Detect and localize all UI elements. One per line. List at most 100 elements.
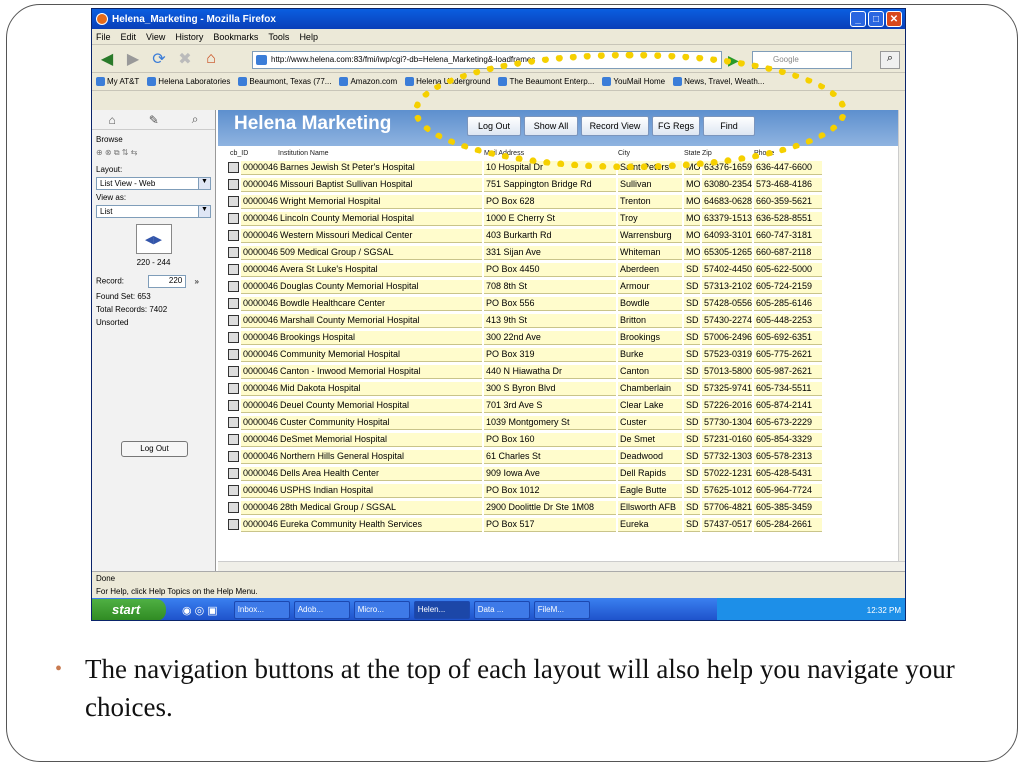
table-cell[interactable]: 64093-3101 bbox=[702, 229, 752, 243]
menu-help[interactable]: Help bbox=[299, 32, 318, 42]
menu-file[interactable]: File bbox=[96, 32, 111, 42]
table-cell[interactable]: Dells Area Health Center bbox=[278, 467, 482, 481]
table-cell[interactable]: SD bbox=[684, 382, 700, 396]
table-row[interactable]: 000004683 Northern Hills General Hospital… bbox=[218, 449, 898, 466]
table-cell[interactable]: 605-874-2141 bbox=[754, 399, 822, 413]
table-cell[interactable]: 440 N Hiawatha Dr bbox=[484, 365, 616, 379]
task-item[interactable]: Data ... bbox=[473, 601, 530, 619]
record-icon[interactable] bbox=[228, 366, 239, 377]
bookmark-item[interactable]: Beaumont, Texas (77... bbox=[238, 77, 331, 86]
table-cell[interactable]: SD bbox=[684, 433, 700, 447]
menu-history[interactable]: History bbox=[175, 32, 203, 42]
table-cell[interactable]: 660-359-5621 bbox=[754, 195, 822, 209]
table-cell[interactable]: 605-734-5511 bbox=[754, 382, 822, 396]
record-icon[interactable] bbox=[228, 298, 239, 309]
table-cell[interactable]: 63379-1513 bbox=[702, 212, 752, 226]
table-cell[interactable]: Troy bbox=[618, 212, 682, 226]
record-icon[interactable] bbox=[228, 519, 239, 530]
bookmark-item[interactable]: Amazon.com bbox=[339, 77, 397, 86]
table-cell[interactable]: PO Box 160 bbox=[484, 433, 616, 447]
record-icon[interactable] bbox=[228, 213, 239, 224]
table-cell[interactable]: Canton bbox=[618, 365, 682, 379]
table-cell[interactable]: 57706-4821 bbox=[702, 501, 752, 515]
table-cell[interactable]: USPHS Indian Hospital bbox=[278, 484, 482, 498]
record-number-input[interactable]: 220 bbox=[148, 275, 187, 288]
table-cell[interactable]: Burke bbox=[618, 348, 682, 362]
menu-tools[interactable]: Tools bbox=[268, 32, 289, 42]
record-icon[interactable] bbox=[228, 332, 239, 343]
table-cell[interactable]: 605-692-6351 bbox=[754, 331, 822, 345]
table-cell[interactable]: SD bbox=[684, 348, 700, 362]
table-cell[interactable]: Custer bbox=[618, 416, 682, 430]
home-icon[interactable]: ⌂ bbox=[108, 113, 115, 127]
table-row[interactable]: 000004671 Avera St Luke's Hospital PO Box … bbox=[218, 262, 898, 279]
table-row[interactable]: 000004643 Western Missouri Medical Center… bbox=[218, 228, 898, 245]
table-cell[interactable]: Deuel County Memorial Hospital bbox=[278, 399, 482, 413]
table-cell[interactable]: 2900 Doolittle Dr Ste 1M08 bbox=[484, 501, 616, 515]
record-tools-icons[interactable]: ⊕ ⊗ ⧉ ⇅ ⇆ bbox=[92, 146, 215, 160]
table-cell[interactable]: Bowdle bbox=[618, 297, 682, 311]
task-item[interactable]: Inbox... bbox=[233, 601, 290, 619]
table-cell[interactable]: Sullivan bbox=[618, 178, 682, 192]
table-cell[interactable]: 57013-5800 bbox=[702, 365, 752, 379]
table-cell[interactable]: PO Box 1012 bbox=[484, 484, 616, 498]
view-select[interactable]: List ▼ bbox=[96, 205, 211, 218]
table-cell[interactable]: 28th Medical Group / SGSAL bbox=[278, 501, 482, 515]
table-row[interactable]: 000004672 Douglas County Memorial Hospita… bbox=[218, 279, 898, 296]
table-row[interactable]: 000004675 Marshall County Memorial Hospit… bbox=[218, 313, 898, 330]
table-cell[interactable]: Britton bbox=[618, 314, 682, 328]
table-cell[interactable]: 751 Sappington Bridge Rd bbox=[484, 178, 616, 192]
record-icon[interactable] bbox=[228, 485, 239, 496]
forward-icon[interactable]: ▶ bbox=[122, 49, 144, 69]
record-book-icon[interactable]: ◀▶ bbox=[135, 224, 172, 254]
table-cell[interactable]: MO bbox=[684, 195, 700, 209]
col-id[interactable]: cb_ID bbox=[230, 150, 248, 157]
table-cell[interactable]: Whiteman bbox=[618, 246, 682, 260]
table-cell[interactable]: 660-747-3181 bbox=[754, 229, 822, 243]
table-cell[interactable]: 65305-1265 bbox=[702, 246, 752, 260]
table-cell[interactable]: 57226-2016 bbox=[702, 399, 752, 413]
table-cell[interactable]: 1000 E Cherry St bbox=[484, 212, 616, 226]
table-row[interactable]: 000004676 Brookings Hospital 300 22nd Ave B… bbox=[218, 330, 898, 347]
task-item[interactable]: Micro... bbox=[353, 601, 410, 619]
table-cell[interactable]: 708 8th St bbox=[484, 280, 616, 294]
record-icon[interactable] bbox=[228, 502, 239, 513]
table-cell[interactable]: 605-622-5000 bbox=[754, 263, 822, 277]
stop-icon[interactable]: ✖ bbox=[174, 49, 196, 69]
table-row[interactable]: 000004686 28th Medical Group / SGSAL 2900 … bbox=[218, 500, 898, 517]
table-row[interactable]: 000004639 Missouri Baptist Sullivan Hospi… bbox=[218, 177, 898, 194]
table-cell[interactable]: MO bbox=[684, 246, 700, 260]
table-cell[interactable]: 57732-1303 bbox=[702, 450, 752, 464]
table-cell[interactable]: Chamberlain bbox=[618, 382, 682, 396]
quicklaunch-icons[interactable]: ◉ ◎ ▣ bbox=[182, 604, 218, 617]
table-cell[interactable]: Armour bbox=[618, 280, 682, 294]
table-cell[interactable]: 57402-4450 bbox=[702, 263, 752, 277]
table-row[interactable]: 000004684 Dells Area Health Center 909 Iow… bbox=[218, 466, 898, 483]
table-cell[interactable]: PO Box 4450 bbox=[484, 263, 616, 277]
record-icon[interactable] bbox=[228, 315, 239, 326]
table-row[interactable]: 000004642 Lincoln County Memorial Hospita… bbox=[218, 211, 898, 228]
table-cell[interactable]: 605-854-3329 bbox=[754, 433, 822, 447]
table-cell[interactable]: Marshall County Memorial Hospital bbox=[278, 314, 482, 328]
record-icon[interactable] bbox=[228, 468, 239, 479]
table-cell[interactable]: 63080-2354 bbox=[702, 178, 752, 192]
table-cell[interactable]: 605-428-5431 bbox=[754, 467, 822, 481]
layout-select[interactable]: List View - Web ▼ bbox=[96, 177, 211, 190]
record-icon[interactable] bbox=[228, 417, 239, 428]
table-row[interactable]: 000004679 Mid Dakota Hospital 300 S Byron … bbox=[218, 381, 898, 398]
table-cell[interactable]: PO Box 517 bbox=[484, 518, 616, 532]
table-cell[interactable]: 64683-0628 bbox=[702, 195, 752, 209]
table-cell[interactable]: Eagle Butte bbox=[618, 484, 682, 498]
table-cell[interactable]: 660-687-2118 bbox=[754, 246, 822, 260]
table-cell[interactable]: SD bbox=[684, 314, 700, 328]
table-row[interactable]: 000004680 Deuel County Memorial Hospital 7… bbox=[218, 398, 898, 415]
record-icon[interactable] bbox=[228, 264, 239, 275]
table-cell[interactable]: Trenton bbox=[618, 195, 682, 209]
table-cell[interactable]: Douglas County Memorial Hospital bbox=[278, 280, 482, 294]
table-cell[interactable]: Wright Memorial Hospital bbox=[278, 195, 482, 209]
table-cell[interactable]: MO bbox=[684, 178, 700, 192]
task-item[interactable]: Helen... bbox=[413, 601, 470, 619]
table-cell[interactable]: De Smet bbox=[618, 433, 682, 447]
table-cell[interactable]: SD bbox=[684, 297, 700, 311]
close-icon[interactable]: ✕ bbox=[886, 11, 902, 27]
